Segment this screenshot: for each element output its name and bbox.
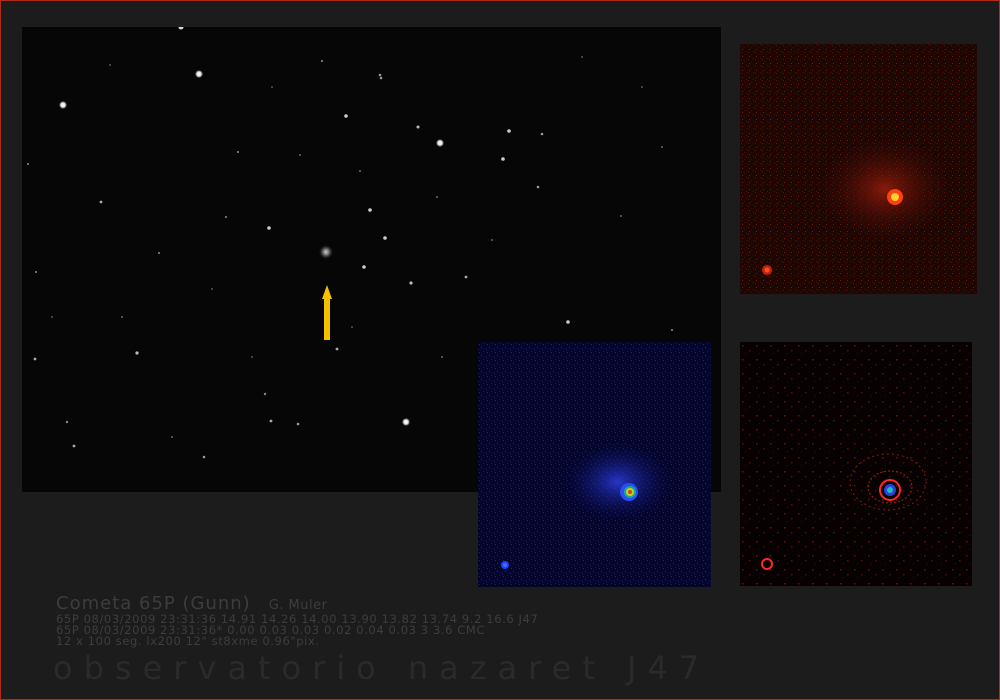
author-name: G. Muler [268,598,328,613]
observatory-banner: observatorio nazaret J47 [53,649,711,687]
comet-nucleus [319,245,333,259]
red-inset-bottom-svg [740,342,972,586]
image-frame: Cometa 65P (Gunn) G. Muler 65P 08/03/2009… [0,0,1000,700]
caption-title: Cometa 65P (Gunn) G. Muler [56,593,327,614]
comet-name: Cometa 65P (Gunn) [56,593,251,614]
red-inset-top-svg [740,44,977,294]
red-isophote-inset-bottom [740,342,972,586]
equipment-line: 12 x 100 seg. lx200 12" st8xme 0.96"pix. [56,634,320,648]
blue-inset-svg [478,342,711,587]
blue-false-color-inset [478,342,711,587]
red-false-color-inset-top [740,44,977,294]
